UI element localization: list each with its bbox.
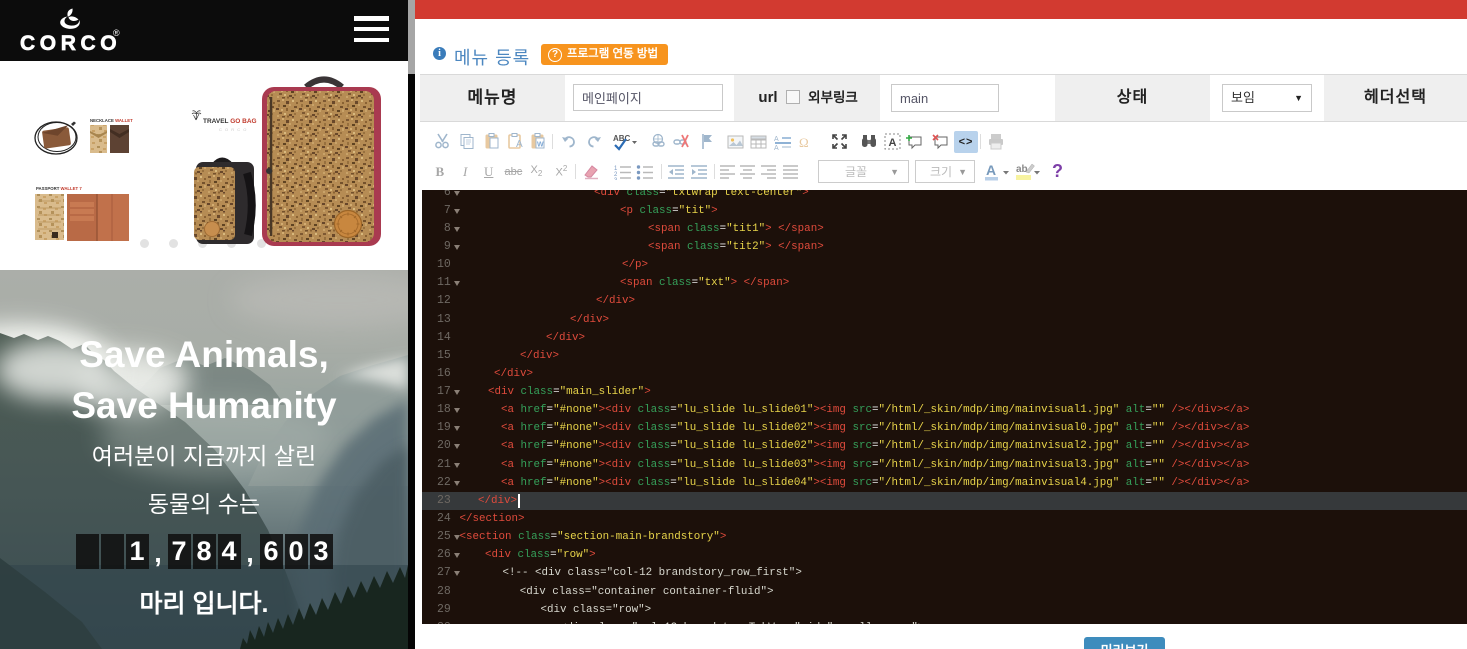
svg-text:PASSPORT WALLET 7: PASSPORT WALLET 7 — [36, 186, 82, 191]
svg-text:Ω: Ω — [799, 135, 809, 150]
svg-text:A: A — [888, 137, 896, 149]
svg-text:A: A — [774, 136, 779, 143]
svg-text:ABC: ABC — [613, 134, 631, 143]
svg-text:NECKLACE WALLET: NECKLACE WALLET — [90, 118, 133, 123]
svg-text:3: 3 — [614, 178, 618, 180]
svg-text:TRAVEL GO BAG: TRAVEL GO BAG — [203, 118, 257, 125]
svg-text:A: A — [774, 145, 779, 150]
svg-text:A: A — [986, 162, 996, 178]
svg-text:W: W — [537, 142, 544, 149]
svg-text:C O R C O: C O R C O — [219, 127, 247, 132]
svg-text:A: A — [516, 139, 523, 150]
svg-text:ab: ab — [1016, 164, 1028, 175]
